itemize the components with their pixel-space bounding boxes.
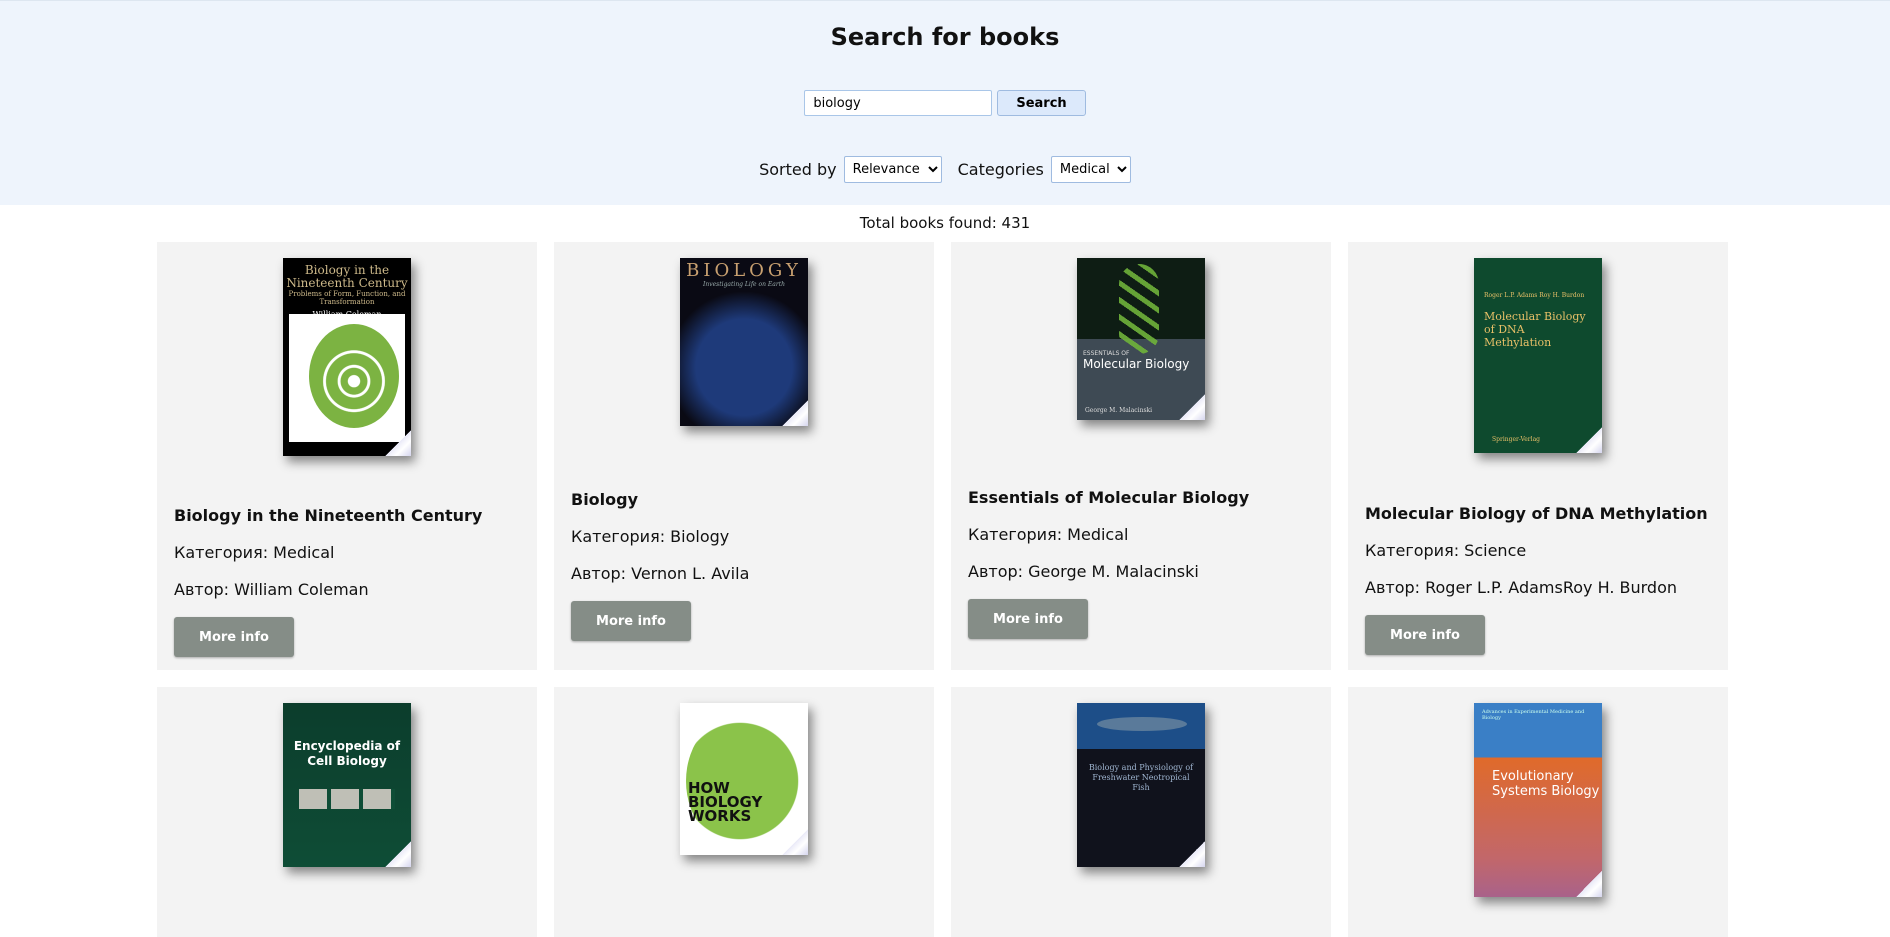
book-cover[interactable]: Biology and Physiology of Freshwater Neo… xyxy=(1077,703,1205,867)
book-card: Biology in the Nineteenth Century Proble… xyxy=(157,242,537,670)
book-cover[interactable]: BIOLOGY Investigating Life on Earth xyxy=(680,258,808,426)
book-cover[interactable]: Biology in the Nineteenth Century Proble… xyxy=(283,258,411,456)
search-button[interactable]: Search xyxy=(997,90,1086,116)
book-title: Biology in the Nineteenth Century xyxy=(174,506,483,525)
cover-subtitle: Investigating Life on Earth xyxy=(702,281,785,288)
dna-helix-artwork xyxy=(1119,264,1159,354)
cover-title: Biology and Physiology of Freshwater Neo… xyxy=(1088,763,1194,792)
book-author: Автор: George M. Malacinski xyxy=(968,562,1199,581)
page-curl-icon xyxy=(1576,427,1602,453)
filter-bar: Sorted by Relevance Categories Medical xyxy=(0,156,1890,183)
cover-series: Advances in Experimental Medicine and Bi… xyxy=(1482,709,1585,721)
cover-title: BIOLOGY xyxy=(686,260,802,281)
book-card: ESSENTIALS OF Molecular Biology George M… xyxy=(951,242,1331,670)
search-header: Search for books Search Sorted by Releva… xyxy=(0,0,1890,205)
page-curl-icon xyxy=(385,841,411,867)
sort-select[interactable]: Relevance xyxy=(843,156,942,183)
book-author: Автор: Vernon L. Avila xyxy=(571,564,750,583)
cover-subtitle: Problems of Form, Function, and Transfor… xyxy=(288,290,406,306)
cover-publisher: Springer-Verlag xyxy=(1492,436,1540,443)
page-curl-icon xyxy=(385,430,411,456)
book-title: Essentials of Molecular Biology xyxy=(968,488,1250,507)
book-card: Roger L.P. Adams Roy H. Burdon Molecular… xyxy=(1348,242,1728,670)
cover-title: Biology in the Nineteenth Century xyxy=(286,263,408,290)
total-books-count: Total books found: 431 xyxy=(859,214,1031,232)
page-curl-icon xyxy=(782,400,808,426)
cover-title: Molecular Biology of DNA Methylation xyxy=(1484,310,1586,349)
book-cover[interactable]: Encyclopedia of Cell Biology xyxy=(283,703,411,867)
book-card: HOW BIOLOGY WORKS xyxy=(554,687,934,937)
book-title: Molecular Biology of DNA Methylation xyxy=(1365,504,1708,523)
book-cover[interactable]: Advances in Experimental Medicine and Bi… xyxy=(1474,703,1602,897)
book-card: Advances in Experimental Medicine and Bi… xyxy=(1348,687,1728,937)
book-cover[interactable]: Roger L.P. Adams Roy H. Burdon Molecular… xyxy=(1474,258,1602,453)
book-card: Biology and Physiology of Freshwater Neo… xyxy=(951,687,1331,937)
book-category: Категория: Medical xyxy=(968,525,1129,544)
cover-pretitle: ESSENTIALS OF xyxy=(1083,350,1130,357)
cover-author: George M. Malacinski xyxy=(1085,407,1153,414)
cover-artwork xyxy=(299,789,395,809)
book-cover[interactable]: HOW BIOLOGY WORKS xyxy=(680,703,808,855)
page-curl-icon xyxy=(1179,841,1205,867)
categories-select[interactable]: Medical xyxy=(1050,156,1131,183)
sort-label: Sorted by xyxy=(759,160,837,179)
book-cover[interactable]: ESSENTIALS OF Molecular Biology George M… xyxy=(1077,258,1205,420)
book-category: Категория: Biology xyxy=(571,527,730,546)
more-info-button[interactable]: More info xyxy=(1365,615,1485,655)
book-category: Категория: Medical xyxy=(174,543,335,562)
page-curl-icon xyxy=(1179,394,1205,420)
page-curl-icon xyxy=(1576,871,1602,897)
book-card: BIOLOGY Investigating Life on Earth Biol… xyxy=(554,242,934,670)
more-info-button[interactable]: More info xyxy=(571,601,691,641)
book-author: Автор: Roger L.P. AdamsRoy H. Burdon xyxy=(1365,578,1678,597)
book-grid: Biology in the Nineteenth Century Proble… xyxy=(157,242,1728,937)
fish-artwork xyxy=(1097,717,1187,731)
categories-label: Categories xyxy=(957,160,1044,179)
cover-artwork xyxy=(289,314,405,442)
cover-author: Roger L.P. Adams Roy H. Burdon xyxy=(1484,292,1585,299)
book-category: Категория: Science xyxy=(1365,541,1527,560)
cover-title: Molecular Biology xyxy=(1083,357,1190,371)
search-input[interactable] xyxy=(804,90,993,116)
search-bar: Search xyxy=(0,90,1890,116)
book-card: Encyclopedia of Cell Biology xyxy=(157,687,537,937)
cover-title: HOW BIOLOGY WORKS xyxy=(688,779,763,825)
more-info-button[interactable]: More info xyxy=(968,599,1088,639)
page-curl-icon xyxy=(782,829,808,855)
cover-title: Encyclopedia of Cell Biology xyxy=(293,739,401,768)
cover-title: Evolutionary Systems Biology xyxy=(1492,769,1600,799)
page-title: Search for books xyxy=(830,23,1060,51)
book-title: Biology xyxy=(571,490,639,509)
book-author: Автор: William Coleman xyxy=(174,580,369,599)
more-info-button[interactable]: More info xyxy=(174,617,294,657)
